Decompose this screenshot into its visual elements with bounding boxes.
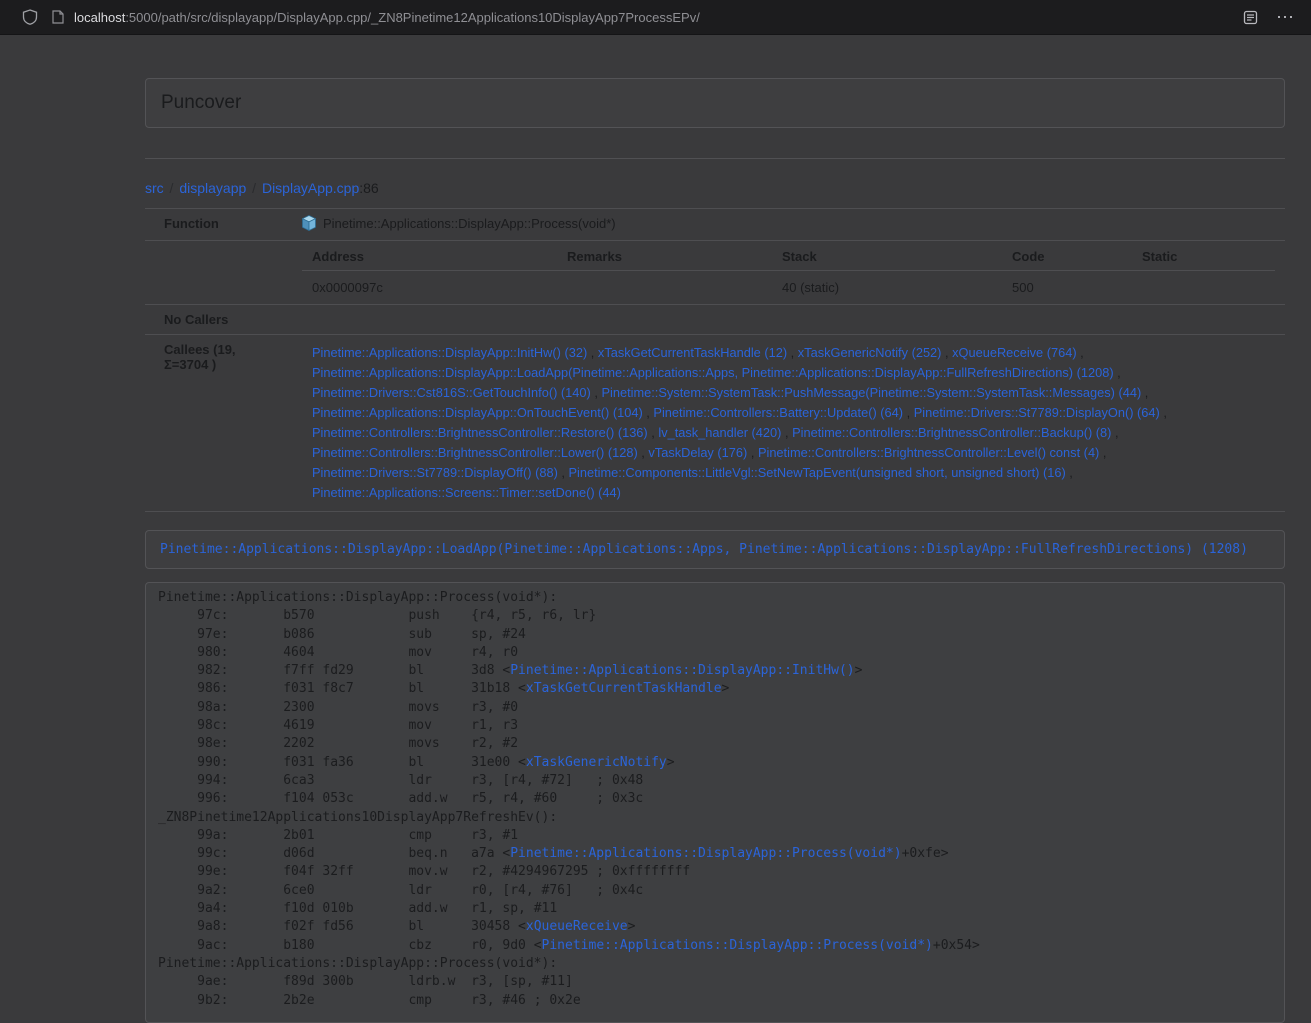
callee-link[interactable]: Pinetime::Controllers::Battery::Update()… [653,405,903,420]
stats-header: Stack [772,241,1002,271]
callee-link[interactable]: xQueueReceive (764) [952,345,1076,360]
code-symbol-link[interactable]: xTaskGenericNotify [526,755,667,770]
breadcrumb-link[interactable]: displayapp [179,180,246,196]
url-bar[interactable]: localhost:5000/path/src/displayapp/Displ… [52,3,1231,31]
callee-link[interactable]: Pinetime::Drivers::Cst816S::GetTouchInfo… [312,385,591,400]
stats-row: AddressRemarksStackCodeStatic0x0000097c4… [145,241,1285,305]
url-path: :5000/path/src/displayapp/DisplayApp.cpp… [125,10,700,25]
stats-value: 0x0000097c [302,271,557,305]
callee-link[interactable]: Pinetime::Applications::DisplayApp::Load… [312,365,1114,380]
function-symbol-cell: Pinetime::Applications::DisplayApp::Proc… [290,209,1285,241]
stats-row-label [145,241,290,305]
callee-link[interactable]: Pinetime::Controllers::BrightnessControl… [312,445,638,460]
code-symbol-link[interactable]: xQueueReceive [526,919,628,934]
callee-link[interactable]: Pinetime::Drivers::St7789::DisplayOff() … [312,465,558,480]
callees-row: Callees (19, Σ=3704 ) Pinetime::Applicat… [145,335,1285,512]
callee-link[interactable]: xTaskGenericNotify (252) [798,345,942,360]
callee-link[interactable]: Pinetime::Components::LittleVgl::SetNewT… [569,465,1066,480]
callees-cell: Pinetime::Applications::DisplayApp::Init… [290,335,1285,512]
function-symbol-name: Pinetime::Applications::DisplayApp::Proc… [323,216,616,231]
no-callers-label: No Callers [145,305,290,335]
callees-list: Pinetime::Applications::DisplayApp::Init… [302,341,1275,505]
callee-link[interactable]: vTaskDelay (176) [648,445,747,460]
stats-value [557,271,772,305]
callee-link[interactable]: xTaskGetCurrentTaskHandle (12) [598,345,787,360]
breadcrumb-separator: / [246,180,262,196]
no-callers-cell [290,305,1285,335]
stats-cell: AddressRemarksStackCodeStatic0x0000097c4… [290,241,1285,305]
stats-header: Static [1132,241,1275,271]
callee-link[interactable]: Pinetime::System::SystemTask::PushMessag… [601,385,1141,400]
url-text: localhost:5000/path/src/displayapp/Displ… [74,10,700,25]
code-symbol-link[interactable]: xTaskGetCurrentTaskHandle [526,681,722,696]
stats-value [1132,271,1275,305]
code-heading-panel: Pinetime::Applications::DisplayApp::Load… [145,530,1285,569]
callee-link[interactable]: Pinetime::Controllers::BrightnessControl… [792,425,1111,440]
browser-toolbar: localhost:5000/path/src/displayapp/Displ… [0,0,1311,35]
callee-link[interactable]: Pinetime::Applications::DisplayApp::OnTo… [312,405,643,420]
callee-link[interactable]: Pinetime::Drivers::St7789::DisplayOn() (… [914,405,1160,420]
breadcrumb: src / displayapp / DisplayApp.cpp:86 [145,180,1285,196]
callee-link[interactable]: Pinetime::Controllers::BrightnessControl… [312,425,648,440]
code-heading-link[interactable]: Pinetime::Applications::DisplayApp::Load… [160,542,1248,557]
callee-link[interactable]: Pinetime::Applications::DisplayApp::Init… [312,345,587,360]
disassembly-code: Pinetime::Applications::DisplayApp::Proc… [158,589,1272,1010]
no-callers-row: No Callers [145,305,1285,335]
stats-header-row: AddressRemarksStackCodeStatic [302,241,1275,271]
stats-table: AddressRemarksStackCodeStatic0x0000097c4… [302,241,1275,304]
url-host: localhost [74,10,125,25]
code-symbol-link[interactable]: Pinetime::Applications::DisplayApp::Proc… [542,938,933,953]
page-container: Puncover src / displayapp / DisplayApp.c… [145,78,1285,1023]
function-row-label: Function [145,209,290,241]
breadcrumb-separator: / [164,180,180,196]
shield-icon[interactable] [22,9,38,25]
breadcrumb-line-number: :86 [359,180,378,196]
page-icon [52,10,64,24]
stats-header: Remarks [557,241,772,271]
function-symbol-icon [302,215,316,234]
symbol-table: Function Pinetime::Applications::Display… [145,208,1285,512]
brand-panel: Puncover [145,78,1285,128]
disassembly-panel: Pinetime::Applications::DisplayApp::Proc… [145,582,1285,1023]
toolbar-right-icons: ⋯ [1243,8,1295,26]
code-symbol-link[interactable]: Pinetime::Applications::DisplayApp::Init… [510,663,854,678]
breadcrumb-link[interactable]: src [145,180,164,196]
breadcrumb-link[interactable]: DisplayApp.cpp [262,180,359,196]
stats-value: 40 (static) [772,271,1002,305]
callees-label: Callees (19, Σ=3704 ) [145,335,290,512]
callee-link[interactable]: Pinetime::Applications::Screens::Timer::… [312,485,621,500]
overflow-menu-icon[interactable]: ⋯ [1276,8,1295,26]
code-symbol-link[interactable]: Pinetime::Applications::DisplayApp::Proc… [510,846,901,861]
reader-view-icon[interactable] [1243,10,1258,25]
function-row: Function Pinetime::Applications::Display… [145,209,1285,241]
stats-header: Address [302,241,557,271]
stats-values-row: 0x0000097c 40 (static)500 [302,271,1275,305]
stats-value: 500 [1002,271,1132,305]
section-divider [145,158,1285,159]
app-title[interactable]: Puncover [161,92,241,113]
callee-link[interactable]: lv_task_handler (420) [658,425,781,440]
callee-link[interactable]: Pinetime::Controllers::BrightnessControl… [758,445,1099,460]
stats-header: Code [1002,241,1132,271]
